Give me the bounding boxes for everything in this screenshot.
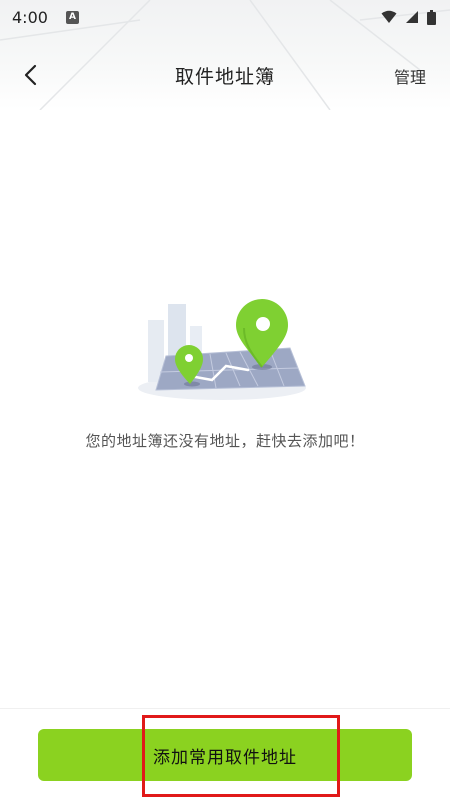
status-bar: 4:00 A [0,0,450,34]
bottom-bar: 添加常用取件地址 [0,708,450,800]
page-title: 取件地址簿 [174,66,275,88]
battery-icon [427,9,436,25]
status-time: 4:00 [12,7,48,27]
nav-bar: 取件地址簿 管理 [0,52,450,98]
wifi-icon [381,10,397,23]
empty-state-message: 您的地址簿还没有地址，赶快去添加吧！ [85,432,365,450]
cellular-signal-icon [406,11,418,23]
add-address-button[interactable]: 添加常用取件地址 [38,729,412,781]
a-letter-icon: A [65,10,79,24]
map-pins-illustration [138,299,306,400]
status-icons [381,9,436,25]
manage-button[interactable]: 管理 [394,64,426,88]
